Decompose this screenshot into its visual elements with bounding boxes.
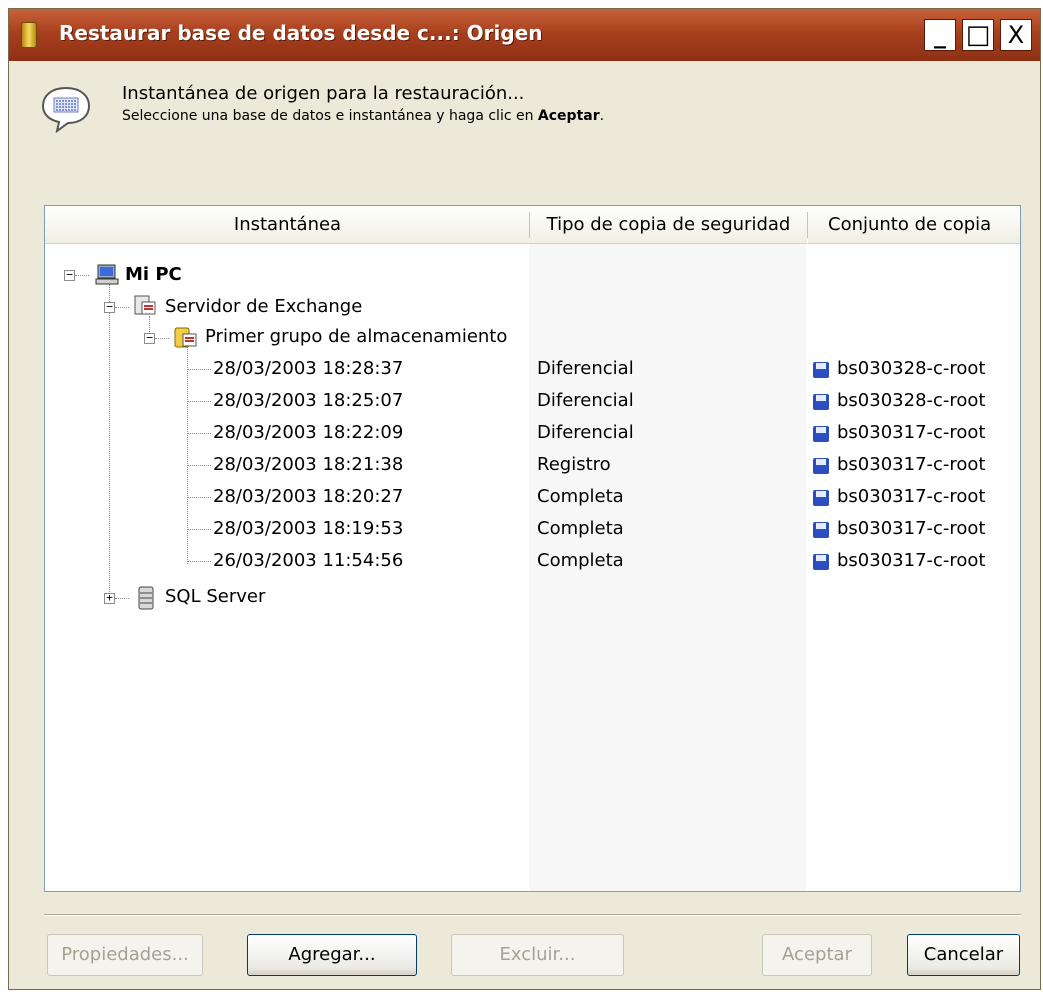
minimize-button[interactable]: _ [924, 19, 956, 51]
snapshot-type: Completa [537, 550, 624, 571]
tree-line [115, 307, 129, 308]
button-divider [44, 914, 1021, 916]
tree-line [187, 346, 188, 564]
snapshot-backup-set: bs030317-c-root [837, 550, 986, 571]
snapshot-backup-set: bs030317-c-root [837, 454, 986, 475]
floppy-disk-icon [813, 362, 829, 378]
snapshot-backup-set: bs030328-c-root [837, 390, 986, 411]
snapshot-backup-set: bs030317-c-root [837, 486, 986, 507]
exchange-server-icon [134, 295, 156, 315]
app-icon [21, 22, 37, 48]
maximize-button[interactable]: □ [962, 19, 994, 51]
collapse-toggle[interactable]: − [104, 301, 115, 313]
snapshot-backup-set: bs030317-c-root [837, 422, 986, 443]
close-button[interactable]: X [1000, 19, 1032, 51]
snapshot-date[interactable]: 26/03/2003 11:54:56 [213, 546, 403, 576]
tree-node-my-pc[interactable]: Mi PC [125, 260, 182, 290]
cancel-button[interactable]: Cancelar [907, 934, 1020, 976]
tree-line [188, 401, 211, 402]
floppy-disk-icon [813, 522, 829, 538]
computer-icon [95, 264, 119, 285]
snapshot-date[interactable]: 28/03/2003 18:19:53 [213, 514, 403, 544]
tree-line [188, 433, 211, 434]
floppy-disk-icon [813, 554, 829, 570]
snapshot-type: Registro [537, 454, 611, 475]
tree-line [188, 369, 211, 370]
tree-line [155, 338, 169, 339]
snapshot-type: Diferencial [537, 358, 634, 379]
tree-line [109, 284, 110, 598]
tree-line [188, 497, 211, 498]
exclude-button[interactable]: Excluir... [451, 934, 624, 976]
snapshot-date[interactable]: 28/03/2003 18:28:37 [213, 354, 403, 384]
column-header-snapshot[interactable]: Instantánea [45, 206, 530, 244]
tree-node-exchange-server[interactable]: Servidor de Exchange [165, 292, 362, 322]
tree-node-sql-server[interactable]: SQL Server [165, 582, 265, 612]
window-title: Restaurar base de datos desde c...: Orig… [59, 21, 543, 45]
tree-line [115, 598, 129, 599]
snapshot-type: Completa [537, 518, 624, 539]
storage-group-icon [174, 327, 197, 348]
title-bar[interactable]: Restaurar base de datos desde c...: Orig… [9, 9, 1040, 61]
snapshot-list[interactable]: Instantánea Tipo de copia de seguridad C… [44, 205, 1021, 892]
tree-line [188, 529, 211, 530]
database-icon [138, 586, 154, 610]
tree-node-storage-group[interactable]: Primer grupo de almacenamiento [205, 322, 507, 352]
snapshot-type: Diferencial [537, 422, 634, 443]
column-header-backup-type[interactable]: Tipo de copia de seguridad [530, 206, 807, 244]
instruction-accept-keyword: Aceptar [537, 108, 600, 124]
floppy-disk-icon [813, 458, 829, 474]
snapshot-backup-set: bs030328-c-root [837, 358, 986, 379]
instruction-period: . [599, 108, 605, 124]
snapshot-date[interactable]: 28/03/2003 18:25:07 [213, 386, 403, 416]
snapshot-date[interactable]: 28/03/2003 18:20:27 [213, 482, 403, 512]
collapse-toggle[interactable]: − [64, 269, 75, 281]
speech-bubble-icon [41, 86, 91, 133]
tree-line [188, 561, 211, 562]
floppy-disk-icon [813, 426, 829, 442]
snapshot-backup-set: bs030317-c-root [837, 518, 986, 539]
expand-toggle[interactable]: + [104, 592, 115, 604]
snapshot-date[interactable]: 28/03/2003 18:22:09 [213, 418, 403, 448]
accept-button[interactable]: Aceptar [762, 934, 872, 976]
add-button[interactable]: Agregar... [247, 934, 417, 976]
floppy-disk-icon [813, 394, 829, 410]
header-title: Instantánea de origen para la restauraci… [122, 83, 525, 104]
restore-dialog: Restaurar base de datos desde c...: Orig… [8, 8, 1041, 990]
instruction-text: Seleccione una base de datos e instantán… [122, 108, 538, 124]
collapse-toggle[interactable]: − [144, 332, 155, 344]
snapshot-type: Diferencial [537, 390, 634, 411]
floppy-disk-icon [813, 490, 829, 506]
column-header-backup-set[interactable]: Conjunto de copia [808, 206, 1020, 244]
header-instruction: Seleccione una base de datos e instantán… [122, 108, 604, 124]
snapshot-type: Completa [537, 486, 624, 507]
snapshot-date[interactable]: 28/03/2003 18:21:38 [213, 450, 403, 480]
tree-line [75, 275, 89, 276]
tree-line [188, 465, 211, 466]
properties-button[interactable]: Propiedades... [47, 934, 203, 976]
